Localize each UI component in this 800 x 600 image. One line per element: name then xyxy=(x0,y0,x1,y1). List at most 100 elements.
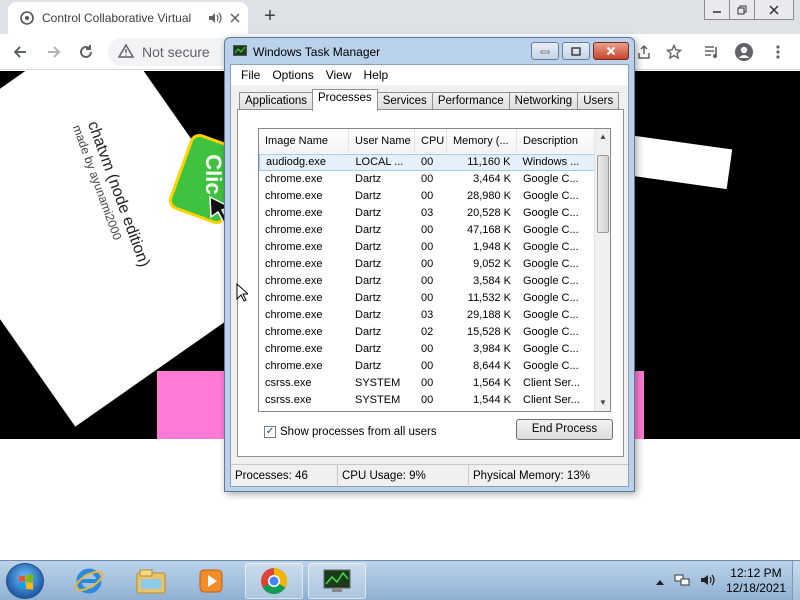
scroll-thumb[interactable] xyxy=(597,155,609,233)
process-name: chrome.exe xyxy=(265,292,323,304)
network-icon[interactable] xyxy=(674,573,690,590)
end-process-button[interactable]: End Process xyxy=(516,419,613,440)
col-description[interactable]: Description xyxy=(517,129,595,153)
tab-applications[interactable]: Applications xyxy=(239,92,314,110)
process-row[interactable]: csrss.exe SYSTEM 00 1,544 K Client Ser... xyxy=(259,392,595,409)
chrome-taskbar-icon[interactable] xyxy=(245,563,303,599)
process-row[interactable]: chrome.exe Dartz 00 47,168 K Google C... xyxy=(259,222,595,239)
tab-processes[interactable]: Processes xyxy=(312,89,378,111)
windows-taskbar: 12:12 PM 12/18/2021 xyxy=(0,560,800,600)
process-description: Google C... xyxy=(523,173,579,185)
tab-performance[interactable]: Performance xyxy=(431,92,510,110)
process-user: Dartz xyxy=(355,241,382,253)
scroll-up-arrow-icon[interactable]: ▲ xyxy=(595,129,610,145)
menu-view[interactable]: View xyxy=(320,68,358,82)
process-cpu: 03 xyxy=(421,207,434,219)
process-row[interactable]: chrome.exe Dartz 00 8,644 K Google C... xyxy=(259,358,595,375)
task-manager-window[interactable]: Windows Task Manager File Options View H… xyxy=(224,37,635,492)
menu-options[interactable]: Options xyxy=(266,68,319,82)
browser-menu-icon[interactable] xyxy=(766,40,790,64)
menu-file[interactable]: File xyxy=(235,68,266,82)
scroll-down-arrow-icon[interactable]: ▼ xyxy=(595,395,610,411)
audio-playing-icon[interactable] xyxy=(208,12,222,24)
process-description: Google C... xyxy=(523,309,579,321)
process-row[interactable]: chrome.exe Dartz 00 3,584 K Google C... xyxy=(259,273,595,290)
process-row[interactable]: chrome.exe Dartz 00 11,532 K Google C... xyxy=(259,290,595,307)
tab-networking[interactable]: Networking xyxy=(508,92,579,110)
process-name: chrome.exe xyxy=(265,360,323,372)
process-description: Client Ser... xyxy=(523,377,580,389)
col-memory[interactable]: Memory (... xyxy=(447,129,517,153)
show-all-users-checkbox-row[interactable]: ✓ Show processes from all users xyxy=(264,426,437,438)
tm-close-button[interactable] xyxy=(593,42,629,60)
click-button-label: Clic xyxy=(201,154,227,195)
process-row[interactable]: chrome.exe Dartz 00 3,984 K Google C... xyxy=(259,341,595,358)
process-list-scrollbar[interactable]: ▲ ▼ xyxy=(594,129,610,411)
profile-avatar-icon[interactable] xyxy=(732,40,756,64)
start-button[interactable] xyxy=(6,563,44,599)
process-row[interactable]: csrss.exe SYSTEM 00 1,564 K Client Ser... xyxy=(259,375,595,392)
minimize-button[interactable] xyxy=(704,0,730,20)
tab-users[interactable]: Users xyxy=(577,92,620,110)
media-control-icon[interactable] xyxy=(700,40,724,64)
show-all-users-label[interactable]: Show processes from all users xyxy=(280,426,437,438)
process-user: Dartz xyxy=(355,224,382,236)
bookmark-star-icon[interactable] xyxy=(662,40,686,64)
process-memory: 3,464 K xyxy=(473,173,511,185)
process-row[interactable]: chrome.exe Dartz 00 28,980 K Google C... xyxy=(259,188,595,205)
process-row[interactable]: chrome.exe Dartz 02 15,528 K Google C... xyxy=(259,324,595,341)
process-memory: 29,188 K xyxy=(466,309,511,321)
share-icon[interactable] xyxy=(632,40,656,64)
menu-help[interactable]: Help xyxy=(358,68,395,82)
forward-button[interactable] xyxy=(42,40,66,64)
close-tab-icon[interactable] xyxy=(230,13,240,23)
process-name: chrome.exe xyxy=(265,241,323,253)
process-row[interactable]: chrome.exe Dartz 00 9,052 K Google C... xyxy=(259,256,595,273)
process-row[interactable]: chrome.exe Dartz 00 1,948 K Google C... xyxy=(259,239,595,256)
col-user-name[interactable]: User Name xyxy=(349,129,415,153)
close-window-button[interactable] xyxy=(754,0,794,20)
task-manager-titlebar[interactable]: Windows Task Manager xyxy=(233,43,380,61)
process-description: Google C... xyxy=(523,190,579,202)
tm-maximize-button[interactable] xyxy=(562,42,590,60)
process-memory: 1,544 K xyxy=(473,394,511,406)
process-row[interactable]: chrome.exe Dartz 03 20,528 K Google C... xyxy=(259,205,595,222)
tm-tabs: Applications Processes Services Performa… xyxy=(239,89,620,111)
volume-icon[interactable] xyxy=(700,573,716,590)
process-cpu: 00 xyxy=(421,394,434,406)
process-memory: 11,532 K xyxy=(467,292,511,304)
process-user: Dartz xyxy=(355,173,382,185)
new-tab-button[interactable]: + xyxy=(258,4,282,28)
back-button[interactable] xyxy=(8,40,32,64)
show-desktop-button[interactable] xyxy=(792,561,800,600)
col-cpu[interactable]: CPU xyxy=(415,129,447,153)
process-name: chrome.exe xyxy=(265,326,323,338)
process-user: SYSTEM xyxy=(355,394,401,406)
security-label[interactable]: Not secure xyxy=(142,44,210,60)
process-cpu: 00 xyxy=(421,360,434,372)
media-player-icon[interactable] xyxy=(182,563,240,599)
process-row[interactable]: audiodg.exe LOCAL ... 00 11,160 K Windows ..… xyxy=(259,154,595,171)
process-list[interactable]: Image Name User Name CPU Memory (... Des… xyxy=(258,128,611,412)
reload-button[interactable] xyxy=(74,40,98,64)
internet-explorer-icon[interactable] xyxy=(60,563,118,599)
process-memory: 47,168 K xyxy=(466,224,511,236)
system-clock[interactable]: 12:12 PM 12/18/2021 xyxy=(726,566,786,596)
windows-explorer-icon[interactable] xyxy=(122,563,180,599)
tm-minimize-button[interactable] xyxy=(531,42,559,60)
process-row[interactable]: chrome.exe Dartz 00 3,464 K Google C... xyxy=(259,171,595,188)
tab-services[interactable]: Services xyxy=(376,92,433,110)
show-all-users-checkbox[interactable]: ✓ xyxy=(264,426,276,438)
col-image-name[interactable]: Image Name xyxy=(259,129,349,153)
process-name: chrome.exe xyxy=(265,343,323,355)
task-manager-taskbar-icon[interactable] xyxy=(308,563,366,599)
browser-tab[interactable]: Control Collaborative Virtual xyxy=(8,2,248,34)
process-row[interactable]: chrome.exe Dartz 03 29,188 K Google C... xyxy=(259,307,595,324)
process-memory: 1,564 K xyxy=(473,377,511,389)
process-user: Dartz xyxy=(355,258,382,270)
maximize-button[interactable] xyxy=(729,0,755,20)
process-description: Google C... xyxy=(523,275,579,287)
address-bar[interactable]: Not secure xyxy=(108,38,228,66)
show-hidden-icons-arrow-icon[interactable] xyxy=(655,574,664,588)
process-description: Google C... xyxy=(523,360,579,372)
